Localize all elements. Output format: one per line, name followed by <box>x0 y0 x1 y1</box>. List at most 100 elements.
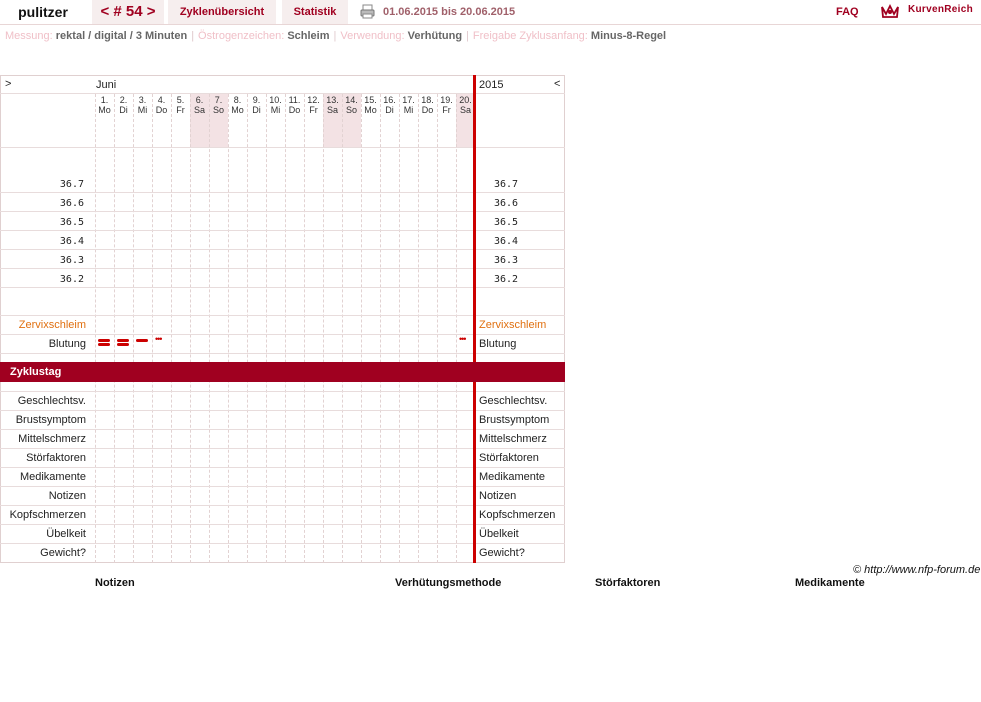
day-number: 10. <box>269 95 282 105</box>
cervix-label: Zervixschleim <box>18 319 86 331</box>
weekday: Sa <box>193 105 205 115</box>
cycle-info-line: Messung: rektal / digital / 3 Minuten | Ös… <box>5 30 666 42</box>
day-header[interactable]: 16. Di <box>380 95 399 115</box>
day-header[interactable]: 12. Fr <box>304 95 323 115</box>
weekday: Di <box>119 105 128 115</box>
faq-link[interactable]: FAQ <box>836 6 859 18</box>
day-header[interactable]: 5. Fr <box>171 95 190 115</box>
nav-prev-button[interactable]: > <box>5 78 11 90</box>
weekday: Mo <box>98 105 111 115</box>
weekday: Do <box>288 105 301 115</box>
day-number: 15. <box>364 95 377 105</box>
day-header[interactable]: 14. So <box>342 95 361 115</box>
day-header[interactable]: 11. Do <box>285 95 304 115</box>
day-header[interactable]: 10. Mi <box>266 95 285 115</box>
grid-hline <box>0 268 565 269</box>
copyright[interactable]: © http://www.nfp-forum.de <box>853 564 980 576</box>
weekday: Fr <box>176 105 185 115</box>
symptom-row-label-right: Mittelschmerz <box>479 433 547 445</box>
day-number: 7. <box>214 95 223 105</box>
bleeding-spotting-mark[interactable]: ••• <box>155 335 163 344</box>
weekday: Mi <box>137 105 148 115</box>
grid-hline <box>0 448 565 449</box>
bleeding-medium-mark[interactable] <box>136 339 148 342</box>
day-header[interactable]: 18. Do <box>418 95 437 115</box>
info-key: Östrogenzeichen: <box>198 30 285 42</box>
day-number: 17. <box>402 95 415 105</box>
bleeding-heavy-mark[interactable] <box>98 343 110 346</box>
temp-label-right: 36.3 <box>494 255 519 266</box>
grid-vline <box>304 94 305 563</box>
temp-label-right: 36.7 <box>494 179 519 190</box>
cycle-selector[interactable]: < # 54 > <box>92 0 164 24</box>
day-header[interactable]: 19. Fr <box>437 95 456 115</box>
symptom-row-label: Kopfschmerzen <box>9 509 86 521</box>
day-header[interactable]: 13. Sa <box>323 95 342 115</box>
day-header[interactable]: 9. Di <box>247 95 266 115</box>
grid-hline <box>0 315 565 316</box>
temp-label-right: 36.5 <box>494 217 519 228</box>
grid-hline <box>0 287 565 288</box>
grid-vline <box>418 94 419 563</box>
tab-cycle-overview[interactable]: Zyklenübersicht <box>168 0 276 24</box>
bleeding-label-right: Blutung <box>479 338 517 350</box>
weekday: Do <box>155 105 168 115</box>
grid-hline <box>0 230 565 231</box>
info-value: Schleim <box>287 30 330 42</box>
day-header[interactable]: 8. Mo <box>228 95 247 115</box>
day-header[interactable]: 3. Mi <box>133 95 152 115</box>
printer-icon[interactable] <box>360 4 375 19</box>
bleeding-spotting-mark[interactable]: ••• <box>459 335 467 344</box>
footer-contraception: Verhütungsmethode <box>395 577 502 589</box>
day-number: 3. <box>138 95 147 105</box>
day-header[interactable]: 17. Mi <box>399 95 418 115</box>
grid-vline <box>114 94 115 563</box>
grid-hline <box>0 486 565 487</box>
tab-statistics[interactable]: Statistik <box>282 0 348 24</box>
grid-vline <box>228 94 229 563</box>
day-header[interactable]: 1. Mo <box>95 95 114 115</box>
grid-vline <box>190 94 191 563</box>
symptom-row-label: Gewicht? <box>40 547 86 559</box>
month-label: Juni <box>96 79 117 91</box>
day-number: 5. <box>176 95 185 105</box>
day-header[interactable]: 4. Do <box>152 95 171 115</box>
nav-next-button[interactable]: < <box>554 78 560 90</box>
weekday: Di <box>252 105 261 115</box>
symptom-row-label-right: Gewicht? <box>479 547 525 559</box>
footer-disturbances: Störfaktoren <box>595 577 661 589</box>
day-header[interactable]: 7. So <box>209 95 228 115</box>
day-header[interactable]: 2. Di <box>114 95 133 115</box>
temp-label-left: 36.2 <box>59 274 84 285</box>
temp-label-left: 36.3 <box>59 255 84 266</box>
footer-notes: Notizen <box>95 577 135 589</box>
cervix-label-right: Zervixschleim <box>479 319 547 331</box>
bleeding-label: Blutung <box>48 338 86 350</box>
grid-hline <box>0 391 565 392</box>
brand-name[interactable]: KurvenReich <box>908 4 973 15</box>
temp-label-right: 36.2 <box>494 274 519 285</box>
info-value: Minus-8-Regel <box>590 30 667 42</box>
info-key: Messung: <box>5 30 53 42</box>
bleeding-heavy-mark[interactable] <box>117 343 129 346</box>
day-number: 9. <box>252 95 261 105</box>
grid-vline <box>399 94 400 563</box>
day-header[interactable]: 15. Mo <box>361 95 380 115</box>
grid-vline <box>171 94 172 563</box>
username: pulitzer <box>18 4 68 20</box>
day-number: 19. <box>440 95 453 105</box>
day-header[interactable]: 6. Sa <box>190 95 209 115</box>
grid-vline <box>437 94 438 563</box>
grid-vline <box>380 94 381 563</box>
temp-label-left: 36.5 <box>59 217 84 228</box>
date-range: 01.06.2015 bis 20.06.2015 <box>383 6 516 18</box>
grid-hline <box>0 249 565 250</box>
day-number: 6. <box>195 95 204 105</box>
info-value: rektal / digital / 3 Minuten <box>55 30 188 42</box>
grid-hline <box>0 467 565 468</box>
bleeding-heavy-mark[interactable] <box>117 339 129 342</box>
bleeding-heavy-mark[interactable] <box>98 339 110 342</box>
day-number: 11. <box>288 95 301 105</box>
day-number: 13. <box>326 95 339 105</box>
weekday: Sa <box>326 105 338 115</box>
